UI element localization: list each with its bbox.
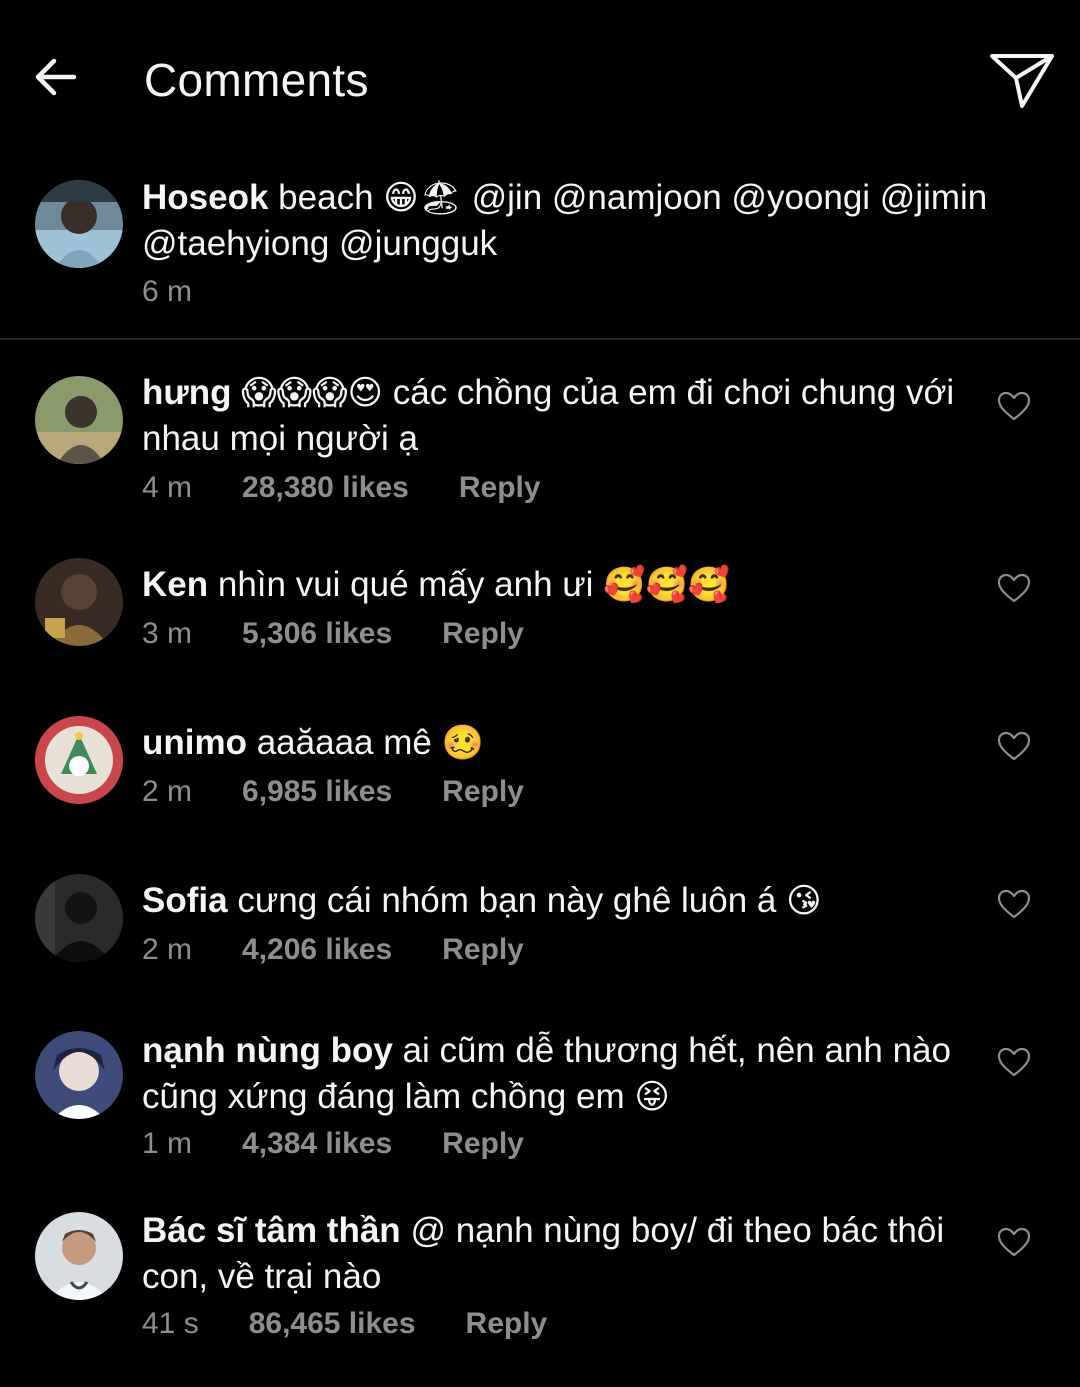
comment-body: aaăaaa mê [256,723,432,762]
avatar-photo-icon [35,558,123,646]
caption-text-start: beach [278,178,374,217]
heart-outline-icon [997,731,1031,761]
comment-username[interactable]: hưng [142,373,231,412]
reply-button[interactable]: Reply [442,932,524,968]
comment-meta: 2 m 6,985 likes Reply [142,774,524,810]
comment-time: 2 m [142,775,193,808]
comment-avatar[interactable] [35,1212,123,1300]
caption-avatar[interactable] [35,180,123,268]
comment-text: unimo aaăaaa mê 🥴 [142,720,972,766]
likes-count[interactable]: 4,206 likes [242,932,392,968]
avatar-photo-icon [35,1031,123,1119]
caption-text: Hoseok beach 😁🏖 @jin @namjoon @yoongi @j… [142,175,1067,267]
comment-emoji: 😘 [786,881,822,921]
back-button[interactable] [28,52,84,102]
comment-meta: 3 m 5,306 likes Reply [142,616,524,652]
heart-outline-icon [997,1047,1031,1077]
caption-emoji: 😁🏖 [383,178,462,218]
comment-text: Bác sĩ tâm thần @ nạnh nùng boy/ đi theo… [142,1208,972,1300]
like-button[interactable] [996,572,1032,604]
avatar-photo-icon [35,716,123,804]
comment-username[interactable]: Sofia [142,881,228,920]
comment-text: Ken nhìn vui qué mấy anh ưi 🥰🥰🥰 [142,562,972,608]
comment-time: 4 m [142,471,193,504]
top-bar: Comments [0,0,1080,160]
comment-text: hưng 😱😱😱😍 các chồng của em đi chơi chung… [142,370,972,462]
comment-emoji: 😱😱😱😍 [241,373,383,413]
divider [0,338,1080,340]
reply-button[interactable]: Reply [442,774,524,810]
post-caption: Hoseok beach 😁🏖 @jin @namjoon @yoongi @j… [0,170,1080,336]
comment-username[interactable]: Ken [142,565,208,604]
comment-avatar[interactable] [35,874,123,962]
like-button[interactable] [996,390,1032,422]
likes-count[interactable]: 4,384 likes [242,1126,392,1162]
likes-count[interactable]: 5,306 likes [242,616,392,652]
comment-emoji: 😝 [634,1077,670,1117]
caption-mentions[interactable]: @jin @namjoon @yoongi @jimin @taehyiong … [142,178,987,263]
like-button[interactable] [996,888,1032,920]
comment-meta: 1 m 4,384 likes Reply [142,1126,524,1162]
comment-time: 41 s [142,1307,199,1340]
caption-meta: 6 m [142,274,192,310]
comment-time: 2 m [142,933,193,966]
avatar-photo-icon [35,1212,123,1300]
comment-time: 1 m [142,1127,193,1160]
likes-count[interactable]: 6,985 likes [242,774,392,810]
comment-body: cưng cái nhóm bạn này ghê luôn á [237,881,777,920]
comment-time: 3 m [142,617,193,650]
reply-button[interactable]: Reply [442,616,524,652]
comment-emoji: 🥰🥰🥰 [603,565,731,605]
arrow-left-icon [35,58,77,96]
comment-avatar[interactable] [35,1031,123,1119]
comment-avatar[interactable] [35,376,123,464]
comment-text: Sofia cưng cái nhóm bạn này ghê luôn á 😘 [142,878,972,924]
avatar-photo-icon [35,874,123,962]
heart-outline-icon [997,889,1031,919]
like-button[interactable] [996,1046,1032,1078]
share-button[interactable] [984,48,1060,114]
comment-text: nạnh nùng boy ai cũm dễ thương hết, nên … [142,1028,972,1120]
comment-meta: 41 s 86,465 likes Reply [142,1306,547,1342]
heart-outline-icon [997,573,1031,603]
reply-button[interactable]: Reply [442,1126,524,1162]
comment-avatar[interactable] [35,716,123,804]
likes-count[interactable]: 28,380 likes [242,470,409,506]
like-button[interactable] [996,730,1032,762]
caption-username[interactable]: Hoseok [142,178,268,217]
comment-username[interactable]: nạnh nùng boy [142,1031,393,1070]
paper-plane-icon [990,54,1054,108]
reply-button[interactable]: Reply [466,1306,548,1342]
heart-outline-icon [997,391,1031,421]
comment-emoji: 🥴 [441,723,484,763]
avatar-photo-icon [35,376,123,464]
comment-meta: 2 m 4,206 likes Reply [142,932,524,968]
comment-body: nhìn vui qué mấy anh ưi [217,565,594,604]
avatar-photo-icon [35,180,123,268]
page-title: Comments [144,54,369,106]
comment-username[interactable]: Bác sĩ tâm thần [142,1211,401,1250]
like-button[interactable] [996,1226,1032,1258]
comment-meta: 4 m 28,380 likes Reply [142,470,541,506]
heart-outline-icon [997,1227,1031,1257]
caption-time: 6 m [142,275,193,308]
comment-username[interactable]: unimo [142,723,247,762]
comment-avatar[interactable] [35,558,123,646]
likes-count[interactable]: 86,465 likes [249,1306,416,1342]
reply-button[interactable]: Reply [459,470,541,506]
